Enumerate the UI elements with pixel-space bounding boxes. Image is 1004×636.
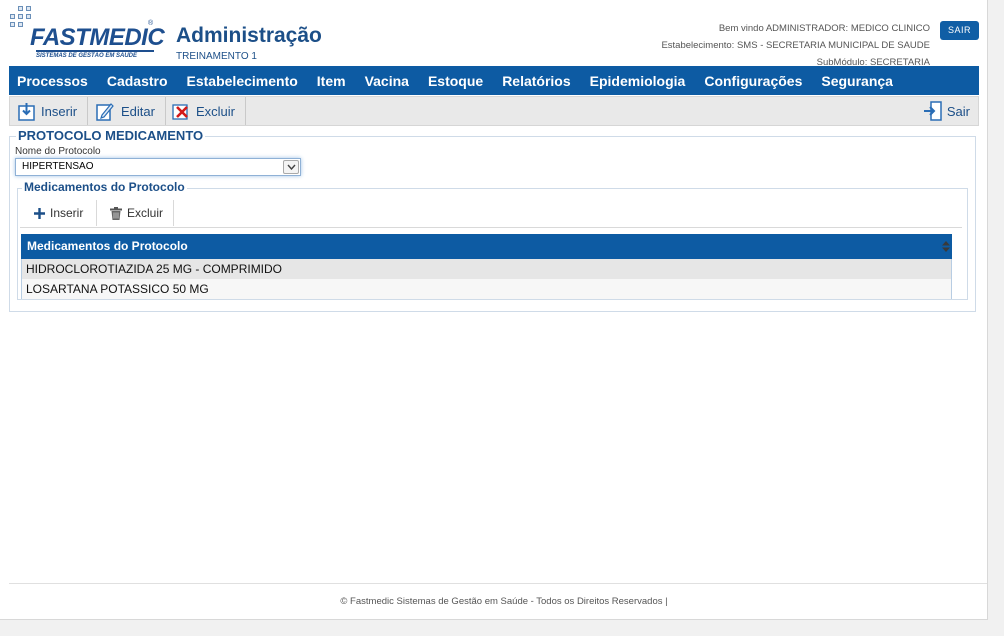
protocol-name-label: Nome do Protocolo (15, 146, 101, 157)
edit-label: Editar (121, 103, 155, 119)
grid-header-label: Medicamentos do Protocolo (27, 239, 188, 253)
delete-label: Excluir (196, 103, 236, 119)
logout-button[interactable]: SAIR (940, 21, 979, 40)
menu-item-seguranca[interactable]: Segurança (821, 73, 893, 89)
insert-button[interactable]: Inserir (10, 97, 89, 125)
medications-toolbar: Inserir Excluir (20, 200, 962, 228)
vertical-scrollbar[interactable] (988, 0, 1004, 620)
menu-item-cadastro[interactable]: Cadastro (107, 73, 168, 89)
insert-label: Inserir (41, 103, 78, 119)
logo-text: FASTMEDIC (30, 24, 165, 51)
sort-icon[interactable] (942, 241, 950, 252)
user-info: Bem vindo ADMINISTRADOR: MEDICO CLINICO … (661, 20, 930, 71)
chevron-down-icon[interactable] (283, 160, 299, 174)
protocol-name-select[interactable]: HIPERTENSAO (15, 158, 301, 176)
main-toolbar: Inserir Editar Excluir Sair (9, 96, 979, 126)
toolbar-divider (173, 200, 174, 226)
table-row[interactable]: LOSARTANA POTASSICO 50 MG (22, 279, 951, 299)
add-medication-button[interactable]: Inserir (34, 200, 83, 226)
fastmedic-logo: FASTMEDIC SISTEMAS DE GESTÃO EM SAÚDE ® (10, 6, 165, 62)
main-menu: Processos Cadastro Estabelecimento Item … (9, 66, 979, 95)
table-row[interactable]: HIDROCLOROTIAZIDA 25 MG - COMPRIMIDO (22, 259, 951, 279)
edit-icon (96, 102, 114, 121)
menu-item-estabelecimento[interactable]: Estabelecimento (187, 73, 298, 89)
menu-item-estoque[interactable]: Estoque (428, 73, 483, 89)
horizontal-scrollbar[interactable] (0, 620, 1004, 636)
logo-underline (36, 50, 154, 52)
exit-button[interactable]: Sair (923, 97, 970, 125)
delete-button[interactable]: Excluir (164, 97, 247, 125)
menu-item-item[interactable]: Item (317, 73, 346, 89)
remove-medication-button[interactable]: Excluir (110, 200, 163, 226)
environment-label: TREINAMENTO 1 (176, 51, 257, 62)
trash-icon (110, 206, 122, 220)
page-title: Administração (176, 24, 322, 47)
menu-item-vacina[interactable]: Vacina (365, 73, 409, 89)
protocol-legend: PROTOCOLO MEDICAMENTO (16, 128, 206, 143)
footer-divider (9, 583, 987, 584)
remove-medication-label: Excluir (127, 206, 164, 220)
toolbar-divider (96, 200, 97, 226)
plus-icon (34, 207, 45, 219)
medications-legend: Medicamentos do Protocolo (22, 180, 187, 194)
edit-button[interactable]: Editar (88, 97, 166, 125)
delete-icon (172, 104, 188, 120)
exit-label: Sair (946, 103, 970, 119)
menu-item-relatorios[interactable]: Relatórios (502, 73, 570, 89)
establishment-text: Estabelecimento: SMS - SECRETARIA MUNICI… (661, 40, 930, 51)
logo-tagline: SISTEMAS DE GESTÃO EM SAÚDE (36, 53, 138, 59)
menu-item-epidemiologia[interactable]: Epidemiologia (590, 73, 686, 89)
logo-registered-mark: ® (148, 20, 154, 27)
exit-icon (923, 101, 942, 121)
welcome-text: Bem vindo ADMINISTRADOR: MEDICO CLINICO (718, 23, 930, 34)
footer-copyright: © Fastmedic Sistemas de Gestão em Saúde … (340, 596, 668, 607)
insert-icon (18, 102, 35, 121)
menu-item-processos[interactable]: Processos (17, 73, 88, 89)
grid-header[interactable]: Medicamentos do Protocolo (21, 234, 952, 259)
protocol-name-value: HIPERTENSAO (22, 161, 94, 172)
header: FASTMEDIC SISTEMAS DE GESTÃO EM SAÚDE ® … (8, 0, 980, 68)
add-medication-label: Inserir (50, 206, 84, 220)
menu-item-configuracoes[interactable]: Configurações (704, 73, 802, 89)
